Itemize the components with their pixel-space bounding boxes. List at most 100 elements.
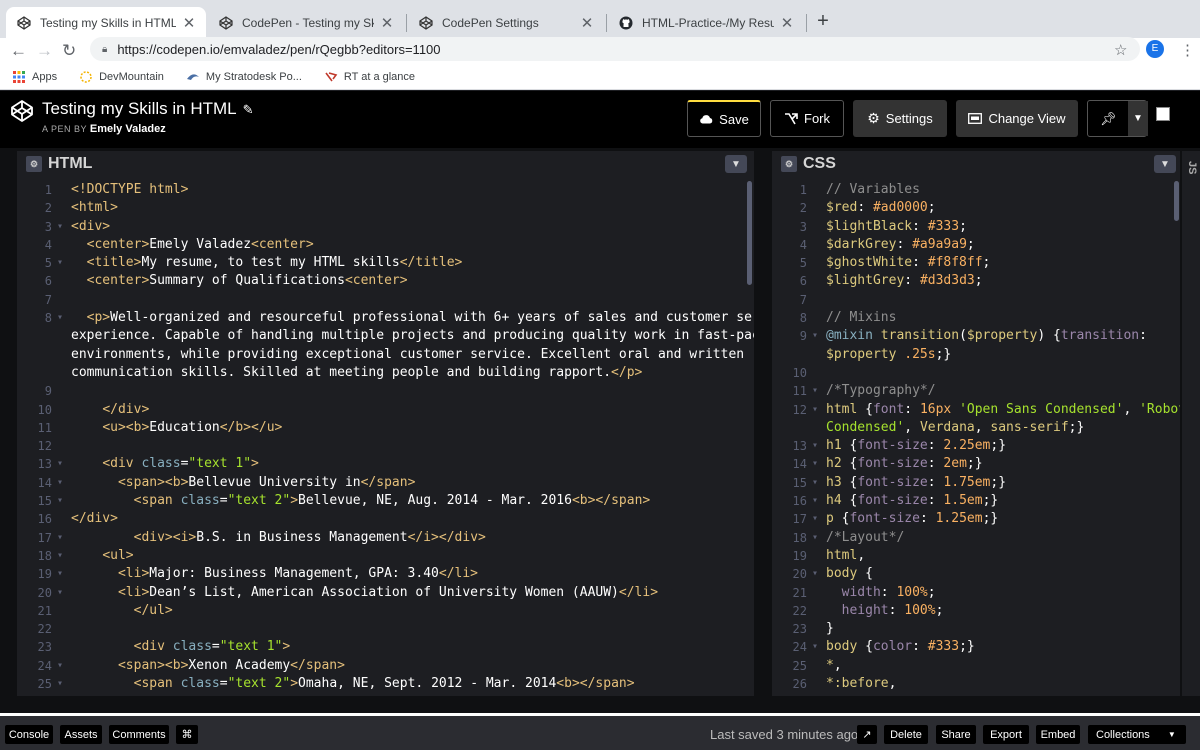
bookmark-apps[interactable]: Apps: [12, 70, 57, 83]
code-line[interactable]: 26 *:before,: [772, 675, 1180, 693]
pencil-icon[interactable]: ✎: [243, 102, 254, 117]
code-line[interactable]: 23}: [772, 620, 1180, 638]
code-line[interactable]: 15 ▾ <span class="text 2">Bellevue, NE, A…: [17, 492, 754, 510]
gear-icon[interactable]: ⚙: [781, 156, 797, 172]
fold-arrow-icon[interactable]: ▾: [812, 510, 826, 528]
embed-button[interactable]: Embed: [1036, 725, 1080, 744]
forward-arrow-icon[interactable]: →: [36, 41, 53, 61]
chevron-down-icon[interactable]: ▼: [1128, 101, 1148, 136]
code-line[interactable]: $property .25s;}: [772, 346, 1180, 364]
bookmark-stratodesk[interactable]: My Stratodesk Po...: [186, 71, 302, 83]
code-line[interactable]: 21 width: 100%;: [772, 584, 1180, 602]
comments-button[interactable]: Comments: [109, 725, 169, 744]
fold-arrow-icon[interactable]: ▾: [57, 584, 71, 602]
back-arrow-icon[interactable]: ←: [10, 41, 27, 61]
fold-arrow-icon[interactable]: ▾: [812, 327, 826, 345]
console-button[interactable]: Console: [5, 725, 53, 744]
chevron-down-icon[interactable]: ▼: [725, 155, 747, 173]
fold-arrow-icon[interactable]: ▾: [812, 638, 826, 656]
fold-arrow-icon[interactable]: ▾: [57, 254, 71, 272]
fold-arrow-icon[interactable]: ▾: [57, 565, 71, 583]
fold-arrow-icon[interactable]: ▾: [812, 565, 826, 583]
code-line[interactable]: 16 ▾ h4 {font-size: 1.5em;}: [772, 492, 1180, 510]
code-line[interactable]: 7: [17, 291, 754, 309]
code-line[interactable]: 14 ▾ <span><b>Bellevue University in</spa…: [17, 474, 754, 492]
fold-arrow-icon[interactable]: ▾: [812, 492, 826, 510]
code-line[interactable]: 12: [17, 437, 754, 455]
code-line[interactable]: 5 $ghostWhite: #f8f8ff;: [772, 254, 1180, 272]
url-field[interactable]: 🔒︎ https://codepen.io/emvaladez/pen/rQeg…: [90, 37, 1140, 61]
code-line[interactable]: 17 ▾ <div><i>B.S. in Business Management<…: [17, 529, 754, 547]
code-line[interactable]: 1 // Variables: [772, 181, 1180, 199]
fold-arrow-icon[interactable]: ▾: [812, 401, 826, 419]
browser-tab[interactable]: HTML-Practice-/My Resume at ✕: [608, 7, 804, 38]
gear-icon[interactable]: ⚙: [26, 156, 42, 172]
code-line[interactable]: 10 </div>: [17, 401, 754, 419]
fold-arrow-icon[interactable]: ▾: [57, 547, 71, 565]
settings-button[interactable]: ⚙ Settings: [853, 100, 947, 137]
close-tab-icon[interactable]: ✕: [380, 14, 394, 32]
codepen-logo-icon[interactable]: [10, 99, 34, 123]
fold-arrow-icon[interactable]: ▾: [57, 455, 71, 473]
code-line[interactable]: 8 ▾ <p>Well-organized and resourceful pro…: [17, 309, 754, 327]
keyboard-shortcuts-button[interactable]: ⌘: [176, 725, 198, 744]
code-line[interactable]: 19 html,: [772, 547, 1180, 565]
change-view-button[interactable]: Change View: [956, 100, 1078, 137]
code-line[interactable]: 14 ▾ h2 {font-size: 2em;}: [772, 455, 1180, 473]
code-line[interactable]: environments, while providing exceptiona…: [17, 346, 754, 364]
code-line[interactable]: 5 ▾ <title>My resume, to test my HTML ski…: [17, 254, 754, 272]
code-line[interactable]: 25 ▾ <span class="text 2">Omaha, NE, Sept…: [17, 675, 754, 693]
code-line[interactable]: 10: [772, 364, 1180, 382]
close-tab-icon[interactable]: ✕: [182, 14, 196, 32]
code-line[interactable]: 24 ▾ <span><b>Xenon Academy</span>: [17, 657, 754, 675]
html-scrollbar[interactable]: [747, 181, 752, 285]
new-tab-button[interactable]: +: [814, 10, 832, 33]
collections-button[interactable]: Collections ▼: [1088, 725, 1186, 744]
code-line[interactable]: communication skills. Skilled at meeting…: [17, 364, 754, 382]
code-line[interactable]: 18 ▾ <ul>: [17, 547, 754, 565]
code-line[interactable]: 4 <center>Emely Valadez<center>: [17, 236, 754, 254]
code-line[interactable]: 2 $red: #ad0000;: [772, 199, 1180, 217]
code-line[interactable]: 17 ▾ p {font-size: 1.25em;}: [772, 510, 1180, 528]
code-line[interactable]: 11 ▾/*Typography*/: [772, 382, 1180, 400]
author-link[interactable]: Emely Valadez: [90, 123, 166, 135]
profile-avatar[interactable]: E: [1146, 40, 1164, 58]
code-line[interactable]: 3 $lightBlack: #333;: [772, 218, 1180, 236]
share-button[interactable]: Share: [936, 725, 976, 744]
bookmark-rt[interactable]: RT at a glance: [324, 71, 415, 83]
code-line[interactable]: 18 ▾/*Layout*/: [772, 529, 1180, 547]
code-line[interactable]: 22 height: 100%;: [772, 602, 1180, 620]
code-line[interactable]: 11 <u><b>Education</b></u>: [17, 419, 754, 437]
html-code-area[interactable]: 1 <!DOCTYPE html> 2 <html> 3 ▾ <div> 4 <center>…: [17, 181, 754, 693]
fold-arrow-icon[interactable]: ▾: [812, 382, 826, 400]
code-line[interactable]: 19 ▾ <li>Major: Business Management, GPA:…: [17, 565, 754, 583]
code-line[interactable]: 2 <html>: [17, 199, 754, 217]
code-line[interactable]: 20 ▾ <li>Dean’s List, American Associatio…: [17, 584, 754, 602]
code-line[interactable]: 24 ▾ body {color: #333;}: [772, 638, 1180, 656]
code-line[interactable]: 6 <center>Summary of Qualifications<cent…: [17, 272, 754, 290]
fork-button[interactable]: Fork: [770, 100, 844, 137]
code-line[interactable]: 25 *,: [772, 657, 1180, 675]
code-line[interactable]: 4 $darkGrey: #a9a9a9;: [772, 236, 1180, 254]
browser-tab-active[interactable]: Testing my Skills in HTML ✕: [6, 7, 206, 38]
code-line[interactable]: 20 ▾ body {: [772, 565, 1180, 583]
export-button[interactable]: Export: [983, 725, 1029, 744]
code-line[interactable]: 7: [772, 291, 1180, 309]
code-line[interactable]: 13 ▾ h1 {font-size: 2.25em;}: [772, 437, 1180, 455]
reload-icon[interactable]: ↻: [62, 41, 76, 61]
code-line[interactable]: 9: [17, 382, 754, 400]
bookmark-devmountain[interactable]: DevMountain: [79, 71, 164, 83]
code-line[interactable]: 23 <div class="text 1">: [17, 638, 754, 656]
bookmark-star-icon[interactable]: ☆: [1114, 41, 1127, 59]
css-code-area[interactable]: 1 // Variables 2 $red: #ad0000; 3 $lightBlack…: [772, 181, 1180, 693]
code-line[interactable]: 16 </div>: [17, 510, 754, 528]
chevron-down-icon[interactable]: ▼: [1154, 155, 1176, 173]
code-line[interactable]: 22: [17, 620, 754, 638]
code-line[interactable]: 8 // Mixins: [772, 309, 1180, 327]
open-external-button[interactable]: ↗: [857, 725, 877, 744]
code-line[interactable]: 21 </ul>: [17, 602, 754, 620]
code-line[interactable]: 1 <!DOCTYPE html>: [17, 181, 754, 199]
code-line[interactable]: Condensed', Verdana, sans-serif;}: [772, 419, 1180, 437]
fold-arrow-icon[interactable]: ▾: [812, 529, 826, 547]
fold-arrow-icon[interactable]: ▾: [57, 218, 71, 236]
